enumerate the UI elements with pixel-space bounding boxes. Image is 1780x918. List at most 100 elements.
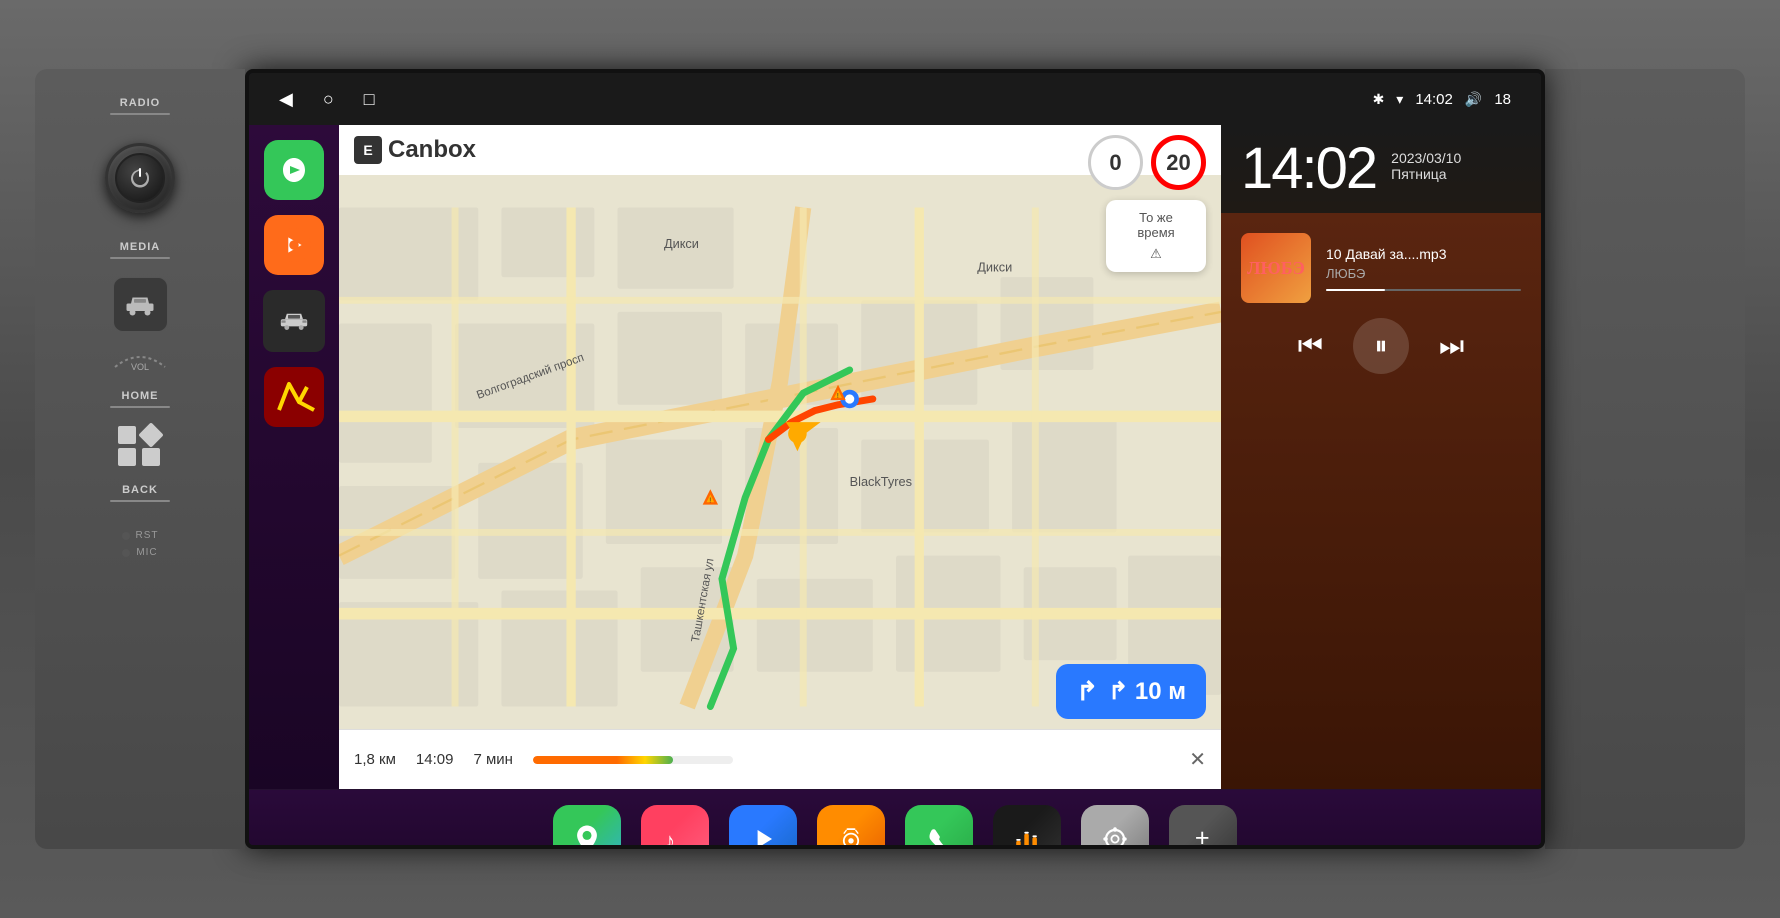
canbox-icon-letter: E [363, 142, 372, 158]
center-content: Дикси Дикси Волгоградский просп Ташкентс… [339, 125, 1221, 789]
media-button[interactable]: MEDIA [35, 233, 245, 267]
recents-nav-icon[interactable]: □ [364, 89, 375, 110]
eta-value: 14:09 [416, 751, 454, 768]
video-app[interactable]: Видео [729, 805, 797, 850]
bluetooth-app[interactable]: Bluetooth [905, 805, 973, 850]
main-screen: ◀ ○ □ ✱ ▾ 14:02 🔊 18 [245, 69, 1545, 849]
rst-label: RST [136, 530, 159, 541]
radio-label: RADIO [120, 97, 160, 109]
map-area[interactable]: Дикси Дикси Волгоградский просп Ташкентс… [339, 125, 1221, 789]
turn-distance-text: ↱ 10 м [1108, 677, 1186, 706]
top-nav-icons: ◀ ○ □ [279, 89, 375, 110]
car-app-svg [279, 306, 309, 336]
power-knob[interactable] [105, 143, 175, 213]
home-label: HOME [122, 390, 159, 402]
power-knob-inner [115, 153, 165, 203]
nav-warning-icon: ⚠ [1118, 246, 1194, 262]
plus-svg: + [1185, 821, 1221, 850]
svg-text:!: ! [709, 497, 711, 504]
kaizen-svg [269, 372, 319, 422]
play-pause-button[interactable]: ⏸ [1353, 318, 1409, 374]
navigation-app[interactable]: Навигация [553, 805, 621, 850]
top-bar: ◀ ○ □ ✱ ▾ 14:02 🔊 18 [249, 73, 1541, 125]
media-line [110, 257, 170, 259]
duration-value: 7 мин [473, 751, 513, 768]
right-outer-panel [1545, 69, 1745, 849]
small-buttons: RST MIC [122, 530, 159, 558]
eq-svg [1009, 821, 1045, 850]
wifi-status-icon: ▾ [1396, 91, 1403, 108]
home-line [110, 406, 170, 408]
add-app[interactable]: + + [1169, 805, 1237, 850]
svg-text:Дикси: Дикси [664, 236, 699, 251]
svg-text:BlackTyres: BlackTyres [850, 474, 912, 489]
carplay-icon[interactable] [264, 140, 324, 200]
canbox-logo: E Canbox [354, 136, 476, 164]
grid-diamond [138, 422, 163, 447]
canbox-logo-icon: E [354, 136, 382, 164]
back-button[interactable]: BACK [35, 476, 245, 510]
speed-indicators: 0 20 [1088, 135, 1206, 190]
kaizen-icon[interactable] [264, 367, 324, 427]
clock-date: 2023/03/10 Пятница [1391, 140, 1461, 182]
bluetooth-status-icon: ✱ [1373, 91, 1385, 108]
bluetooth-app-icon [905, 805, 973, 850]
nav-text-line2: время [1118, 225, 1194, 240]
radio-button[interactable]: RADIO [35, 89, 245, 123]
main-area: Дикси Дикси Волгоградский просп Ташкентс… [249, 125, 1541, 789]
map-close-button[interactable]: ✕ [1189, 747, 1206, 772]
navigation-app-icon [553, 805, 621, 850]
clock-date-text: 2023/03/10 [1391, 150, 1461, 166]
car-icon-button[interactable] [113, 277, 168, 332]
map-stat-eta: 14:09 [416, 751, 454, 768]
car-unit: RADIO MEDIA [0, 0, 1780, 918]
grid-sq1 [118, 426, 136, 444]
svg-text:Дикси: Дикси [977, 259, 1012, 274]
map-bottom-bar: 1,8 км 14:09 7 мин ✕ [339, 729, 1221, 789]
next-track-button[interactable]: ⏭ [1439, 330, 1464, 363]
phone-svg [921, 821, 957, 850]
status-volume: 18 [1494, 91, 1511, 108]
music-app-icon: ♪ [641, 805, 709, 850]
back-nav-icon[interactable]: ◀ [279, 89, 293, 110]
home-nav-icon[interactable]: ○ [323, 89, 334, 110]
music-title: 10 Давай за....mp3 [1326, 246, 1521, 262]
pause-icon: ⏸ [1374, 330, 1387, 362]
prev-track-button[interactable]: ⏮ [1298, 330, 1323, 363]
album-art: ЛЮБЭ [1241, 233, 1311, 303]
route-progress-bar [533, 756, 733, 764]
car-app-icon[interactable] [263, 290, 325, 352]
map-stat-distance: 1,8 км [354, 751, 396, 768]
svg-text:!: ! [837, 393, 839, 400]
album-art-inner: ЛЮБЭ [1241, 233, 1311, 303]
add-app-icon: + [1169, 805, 1237, 850]
lyubeh-label: ЛЮБЭ [1247, 258, 1305, 279]
radio-app[interactable]: Радио [817, 805, 885, 850]
vol-label: VOL [131, 362, 149, 372]
rst-dot [122, 532, 130, 540]
rst-row[interactable]: RST [122, 530, 159, 541]
route-progress-fill [533, 756, 673, 764]
playback-progress [1326, 289, 1521, 291]
speed-limit: 20 [1151, 135, 1206, 190]
map-stat-duration: 7 мин [473, 751, 513, 768]
equalizer-app[interactable]: Эквалайзер [993, 805, 1061, 850]
nav-text-line1: То же [1118, 210, 1194, 225]
music-sidebar-svg [275, 226, 313, 264]
home-button[interactable]: HOME [35, 382, 245, 416]
settings-app-icon [1081, 805, 1149, 850]
radio-app-icon [817, 805, 885, 850]
music-app[interactable]: ♪ Музыка [641, 805, 709, 850]
app-sidebar [249, 125, 339, 789]
grid-sq3 [142, 448, 160, 466]
svg-text:+: + [1195, 824, 1210, 849]
grid-sq2 [118, 448, 136, 466]
video-app-icon [729, 805, 797, 850]
mic-row[interactable]: MIC [122, 547, 157, 558]
nav-turn-instruction: ↱ ↱ 10 м [1056, 664, 1206, 719]
grid-icon[interactable] [118, 426, 162, 466]
speed-limit-value: 20 [1166, 150, 1190, 176]
music-sidebar-icon[interactable] [264, 215, 324, 275]
settings-app[interactable]: Настройки [1081, 805, 1149, 850]
music-info: ЛЮБЭ 10 Давай за....mp3 ЛЮБЭ [1241, 233, 1521, 303]
